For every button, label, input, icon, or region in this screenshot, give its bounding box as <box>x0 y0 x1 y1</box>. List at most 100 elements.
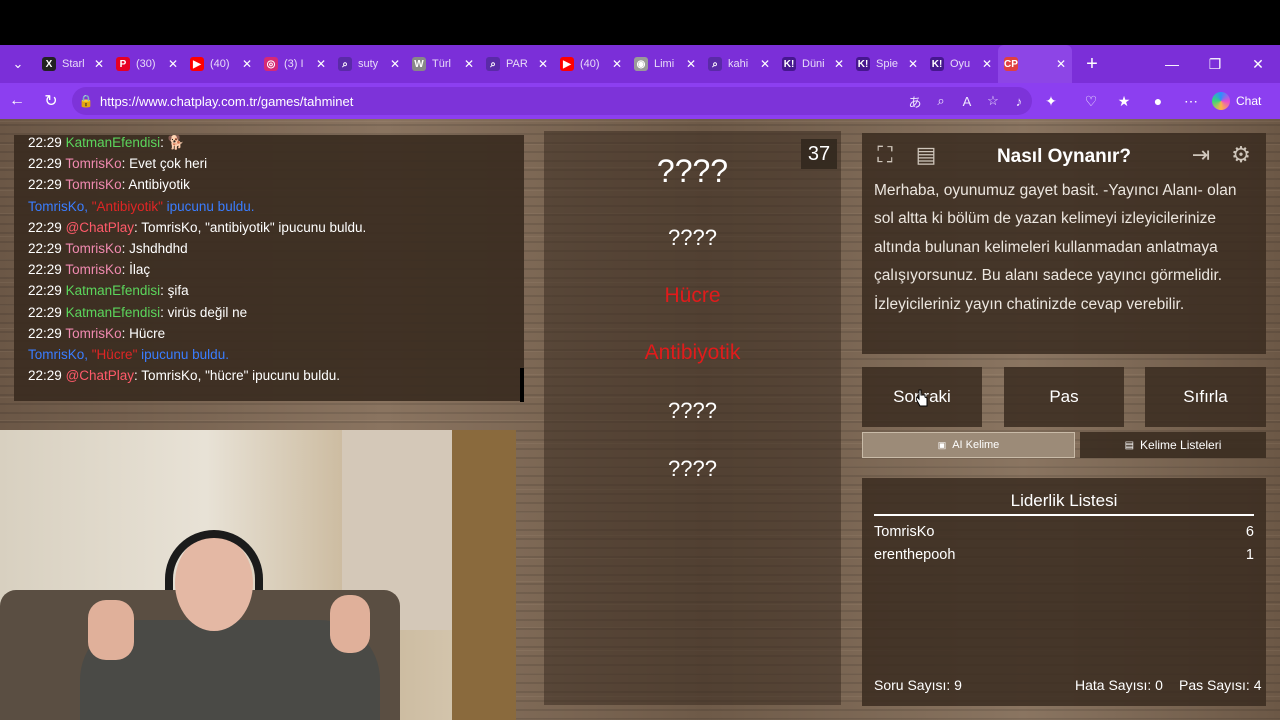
browser-tab[interactable]: P (30) ✕ <box>110 45 184 83</box>
browser-tab[interactable]: W Türl ✕ <box>406 45 480 83</box>
wikipedia-icon: W <box>412 57 426 71</box>
favorites-icon[interactable]: ★ <box>1108 83 1140 119</box>
zoom-icon[interactable]: ⌕ <box>928 93 954 109</box>
search-icon: ⌕ <box>486 57 500 71</box>
tab-close-icon[interactable]: ✕ <box>316 57 326 71</box>
browser-tab[interactable]: ◎ (3) I ✕ <box>258 45 332 83</box>
chat-time: 22:29 <box>28 325 62 341</box>
close-window-icon[interactable]: ✕ <box>1236 45 1280 83</box>
chat-message: 22:29 @ChatPlay: TomrisKo, "antibiyotik"… <box>28 220 366 235</box>
chat-username[interactable]: KatmanEfendisi <box>66 283 161 298</box>
chat-username[interactable]: TomrisKo <box>65 262 121 277</box>
more-options-icon[interactable]: ⋯ <box>1175 83 1207 119</box>
how-to-play-title: Nasıl Oynanır? <box>996 146 1132 167</box>
browser-tab[interactable]: K! Oyu ✕ <box>924 45 998 83</box>
browser-tab[interactable]: ▶ (40) ✕ <box>184 45 258 83</box>
browser-essentials-icon[interactable]: ♡ <box>1075 83 1107 119</box>
chat-username[interactable]: TomrisKo <box>65 177 121 192</box>
browser-tab[interactable]: CP ✕ <box>998 45 1072 83</box>
tab-title: (3) I <box>284 58 304 70</box>
tab-strip: ⌄ X Starl ✕ P (30) ✕ ▶ (40) ✕ ◎ (3) I ✕ ⌕ suty ✕ W Türl ✕… <box>0 45 1280 83</box>
chat-username[interactable]: TomrisKo <box>65 156 121 171</box>
tab-list-chevron-icon[interactable]: ⌄ <box>0 45 36 83</box>
chat-username[interactable]: TomrisKo <box>65 241 121 256</box>
favorite-star-icon[interactable]: ☆ <box>980 93 1006 109</box>
tab-close-icon[interactable]: ✕ <box>612 57 622 71</box>
ai-word-icon: ▣ <box>937 439 947 450</box>
leaderboard-title: Liderlik Listesi <box>1010 491 1118 510</box>
leaderboard-row: erenthepooh 1 <box>874 547 1254 563</box>
word-lists-button[interactable]: ▤ Kelime Listeleri <box>1080 432 1266 458</box>
chat-text: : virüs değil ne <box>160 304 248 320</box>
tab-title: kahi <box>728 58 749 70</box>
system-text: ipucunu buldu. <box>137 347 229 362</box>
error-count: Hata Sayısı: 0 <box>1075 677 1163 693</box>
chat-time: 22:29 <box>28 156 62 172</box>
tab-close-icon[interactable]: ✕ <box>834 57 844 71</box>
tab-close-icon[interactable]: ✕ <box>760 57 770 71</box>
chat-system-message: TomrisKo, "Antibiyotik" ipucunu buldu. <box>28 199 254 214</box>
chat-username[interactable]: @ChatPlay <box>66 220 134 235</box>
chat-message: 22:29 TomrisKo: Hücre <box>28 326 165 341</box>
chat-message: 22:29 TomrisKo: Jshdhdhd <box>28 241 188 256</box>
url-bar[interactable]: 🔒 https://www.chatplay.com.tr/games/tahm… <box>72 87 1032 115</box>
chat-text: : TomrisKo, "antibiyotik" ipucunu buldu. <box>134 219 367 235</box>
pass-count: Pas Sayısı: 4 <box>1179 677 1262 693</box>
profile-avatar-icon[interactable]: ● <box>1142 83 1174 119</box>
tab-close-icon[interactable]: ✕ <box>168 57 178 71</box>
chat-username[interactable]: @ChatPlay <box>66 368 134 383</box>
chat-username[interactable]: KatmanEfendisi <box>66 305 161 320</box>
read-aloud-icon[interactable]: A <box>954 94 980 109</box>
chat-panel: 22:29 KatmanEfendisi: 🐕 22:29 TomrisKo: E… <box>14 135 524 402</box>
chat-time: 22:29 <box>28 241 62 256</box>
tab-close-icon[interactable]: ✕ <box>94 57 104 71</box>
chat-username[interactable]: KatmanEfendisi <box>66 135 161 150</box>
chat-username[interactable]: TomrisKo <box>65 326 121 341</box>
tab-close-icon[interactable]: ✕ <box>390 57 400 71</box>
back-arrow-icon[interactable]: ← <box>0 83 34 119</box>
tab-title: Düni <box>802 58 825 70</box>
tab-close-icon[interactable]: ✕ <box>686 57 696 71</box>
found-word: "Antibiyotik" <box>91 198 163 214</box>
chat-system-message: TomrisKo, "Hücre" ipucunu buldu. <box>28 347 229 362</box>
youtube-icon: ▶ <box>560 57 574 71</box>
ai-word-label: AI Kelime <box>952 439 1000 451</box>
tab-close-icon[interactable]: ✕ <box>908 57 918 71</box>
chat-time: 22:29 <box>28 219 62 235</box>
ai-word-button[interactable]: ▣ AI Kelime <box>862 432 1075 458</box>
address-toolbar: ← ↻ 🔒 https://www.chatplay.com.tr/games/… <box>0 83 1280 119</box>
browser-tab[interactable]: K! Düni ✕ <box>776 45 850 83</box>
chat-text: : İlaç <box>121 262 151 278</box>
microphone-icon[interactable]: ♪ <box>1006 94 1032 109</box>
chat-scrollbar[interactable] <box>520 368 524 402</box>
system-text: TomrisKo, <box>28 347 92 362</box>
restore-icon[interactable]: ❐ <box>1193 45 1237 83</box>
forbidden-word-1: ???? <box>668 225 717 250</box>
reset-button[interactable]: Sıfırla <box>1145 367 1266 427</box>
translate-icon[interactable]: あ <box>902 92 928 111</box>
copilot-chat-button[interactable]: Chat <box>1212 88 1261 114</box>
tab-close-icon[interactable]: ✕ <box>538 57 548 71</box>
browser-tab[interactable]: ▶ (40) ✕ <box>554 45 628 83</box>
pass-button[interactable]: Pas <box>1004 367 1124 427</box>
webcam-cabinet <box>452 430 516 720</box>
chat-text: : Jshdhdhd <box>121 241 188 256</box>
extensions-icon[interactable]: ✦ <box>1035 83 1067 119</box>
browser-tab[interactable]: K! Spie ✕ <box>850 45 924 83</box>
minimize-icon[interactable]: — <box>1150 45 1194 83</box>
browser-tab[interactable]: ⌕ kahi ✕ <box>702 45 776 83</box>
new-tab-plus-icon[interactable]: + <box>1072 45 1112 83</box>
tab-title: (30) <box>136 58 156 70</box>
browser-tab[interactable]: ⌕ suty ✕ <box>332 45 406 83</box>
tab-title: Türl <box>432 58 451 70</box>
reload-icon[interactable]: ↻ <box>34 83 68 119</box>
browser-tab[interactable]: ⌕ PAR ✕ <box>480 45 554 83</box>
chat-message: 22:29 KatmanEfendisi: 🐕 <box>28 135 184 151</box>
tab-close-icon[interactable]: ✕ <box>464 57 474 71</box>
browser-tab[interactable]: X Starl ✕ <box>36 45 110 83</box>
tab-close-icon[interactable]: ✕ <box>242 57 252 71</box>
browser-tab[interactable]: ◉ Limi ✕ <box>628 45 702 83</box>
tab-close-icon[interactable]: ✕ <box>982 57 992 71</box>
tab-close-icon[interactable]: ✕ <box>1056 57 1066 71</box>
found-word: "Hücre" <box>91 347 138 362</box>
